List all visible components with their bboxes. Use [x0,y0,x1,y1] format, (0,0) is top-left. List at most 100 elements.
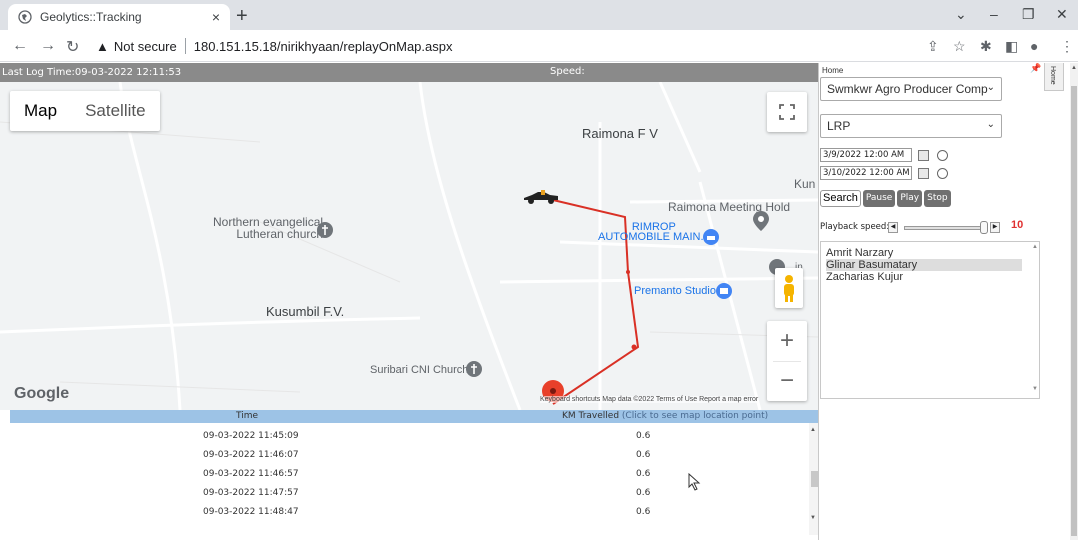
table-scrollbar[interactable]: ▲ ▼ [809,423,818,535]
place-northern-church[interactable]: Northern evangelical Lutheran church [213,216,323,240]
table-scroll-thumb[interactable] [811,471,818,487]
map-view[interactable]: Map Satellite Raimona F V Kun Raimona Me… [0,82,818,410]
vehicle-marker-icon[interactable] [522,186,560,208]
address-bar[interactable]: ▲ Not secure 180.151.15.18/nirikhyaan/re… [96,35,916,57]
place-suribari[interactable]: Suribari CNI Church [370,364,468,376]
slider-left-arrow-icon[interactable]: ◀ [888,222,898,233]
calendar-icon[interactable] [918,167,929,179]
scroll-down-arrow-icon[interactable]: ▼ [1032,386,1038,392]
close-window-icon[interactable]: ✕ [1056,6,1068,23]
scroll-up-arrow-icon[interactable]: ▲ [1032,244,1038,250]
search-button[interactable]: Search [820,190,861,207]
sidebar-icon[interactable]: ◧ [1005,38,1018,55]
reload-icon[interactable]: ↻ [66,37,79,57]
url-text[interactable]: 180.151.15.18/nirikhyaan/replayOnMap.asp… [194,39,453,54]
stop-button[interactable]: Stop [924,190,951,207]
last-log-value: 09-03-2022 12:11:53 [74,67,182,78]
cell-km[interactable]: 0.6 [636,507,650,517]
restore-icon[interactable]: ❐ [1022,6,1035,23]
listbox-scrollbar[interactable]: ▲ ▼ [1031,242,1040,398]
church-icon[interactable] [316,221,334,239]
company-select[interactable]: Swmkwr Agro Producer Comp ⌄ [820,77,1002,101]
place-rimrop[interactable]: RIMROP AUTOMOBILE MAIN... [598,222,710,243]
cell-km[interactable]: 0.6 [636,450,650,460]
person-listbox[interactable]: Amrit Narzary Glinar Basumatary Zacharia… [820,241,1040,399]
page-scroll-thumb[interactable] [1071,86,1077,536]
profile-icon[interactable]: ● [1030,38,1038,54]
studio-icon[interactable] [715,282,733,300]
column-km-hint: (Click to see map location point) [621,411,769,421]
place-raimona-fv[interactable]: Raimona F V [582,126,658,141]
calendar-icon[interactable] [918,149,929,161]
map-pin-icon[interactable] [752,210,770,232]
cell-km[interactable]: 0.6 [636,431,650,441]
pause-button[interactable]: Pause [862,190,896,207]
scroll-up-arrow-icon[interactable]: ▲ [810,427,816,433]
map-type-map-button[interactable]: Map [10,91,71,131]
slider-thumb[interactable] [980,221,988,234]
place-premanto[interactable]: Premanto Studio [634,285,716,297]
table-row[interactable]: 09-03-2022 11:45:09 0.6 [10,431,810,450]
playback-speed-value: 10 [1011,219,1024,231]
map-type-control: Map Satellite [10,91,160,131]
scroll-up-arrow-icon[interactable]: ▲ [1071,65,1077,71]
new-tab-button[interactable]: + [236,5,248,28]
map-type-satellite-button[interactable]: Satellite [71,91,159,131]
tab-search-icon[interactable]: ⌄ [955,6,967,23]
fullscreen-button[interactable] [767,92,807,132]
cell-km[interactable]: 0.6 [636,469,650,479]
to-datetime-input[interactable]: 3/10/2022 12:00 AM [820,166,912,180]
home-vertical-tab[interactable]: Home [1044,63,1064,91]
street-view-button[interactable] [775,268,803,308]
tab-close-icon[interactable]: × [212,9,220,25]
chevron-down-icon: ⌄ [986,82,995,93]
minimize-icon[interactable]: – [990,6,998,22]
type-select-value: LRP [827,119,851,133]
extensions-icon[interactable]: ✱ [980,38,992,55]
cell-km[interactable]: 0.6 [636,488,650,498]
clock-icon[interactable] [937,149,948,161]
list-item-selected[interactable]: Glinar Basumatary [826,259,1022,271]
not-secure-label[interactable]: Not secure [114,39,177,54]
zoom-out-button[interactable]: − [767,361,807,401]
list-item[interactable]: Zacharias Kujur [826,271,1022,283]
car-service-icon[interactable] [702,228,720,246]
home-vtab-label: Home [1049,66,1056,85]
end-point-marker-icon[interactable] [540,378,566,410]
place-kusumbil[interactable]: Kusumbil F.V. [266,304,344,319]
browser-tabstrip: Geolytics::Tracking × + ⌄ – ❐ ✕ [0,0,1078,30]
share-icon[interactable]: ⇪ [927,38,939,55]
map-attribution[interactable]: Keyboard shortcuts Map data ©2022 Terms … [540,396,759,403]
from-datetime-input[interactable]: 3/9/2022 12:00 AM [820,148,912,162]
playback-speed-slider[interactable] [904,226,986,230]
browser-tab[interactable]: Geolytics::Tracking × [8,4,230,30]
pin-icon[interactable]: 📌 [1030,63,1041,74]
forward-arrow-icon[interactable]: → [40,37,56,55]
playback-buttons: Search Pause Play Stop [820,190,951,207]
tab-title: Geolytics::Tracking [40,10,142,24]
page-scrollbar[interactable]: ▲ [1070,63,1078,540]
column-km-travelled: KM Travelled (Click to see map location … [562,411,768,421]
pegman-icon [784,275,794,302]
home-label[interactable]: Home [822,66,843,75]
speed-label: Speed: [550,66,585,77]
place-kun[interactable]: Kun [794,177,815,191]
back-arrow-icon[interactable]: ← [12,37,28,55]
play-button[interactable]: Play [897,190,923,207]
zoom-in-button[interactable]: + [767,321,807,361]
zoom-control: + − [767,321,807,401]
slider-right-arrow-icon[interactable]: ▶ [990,222,1000,233]
church-icon[interactable] [465,360,483,378]
table-row[interactable]: 09-03-2022 11:46:07 0.6 [10,450,810,469]
menu-icon[interactable]: ⋮ [1060,38,1074,55]
scroll-down-arrow-icon[interactable]: ▼ [810,515,816,521]
clock-icon[interactable] [937,167,948,179]
star-icon[interactable]: ☆ [953,38,966,55]
list-item[interactable]: Amrit Narzary [826,247,1022,259]
column-km-label: KM Travelled [562,411,620,421]
fullscreen-icon [779,104,795,120]
table-row[interactable]: 09-03-2022 11:48:47 0.6 [10,507,810,526]
company-select-value: Swmkwr Agro Producer Comp [827,82,988,96]
type-select[interactable]: LRP ⌄ [820,114,1002,138]
place-raimona-meeting[interactable]: Raimona Meeting Hold [668,200,790,214]
